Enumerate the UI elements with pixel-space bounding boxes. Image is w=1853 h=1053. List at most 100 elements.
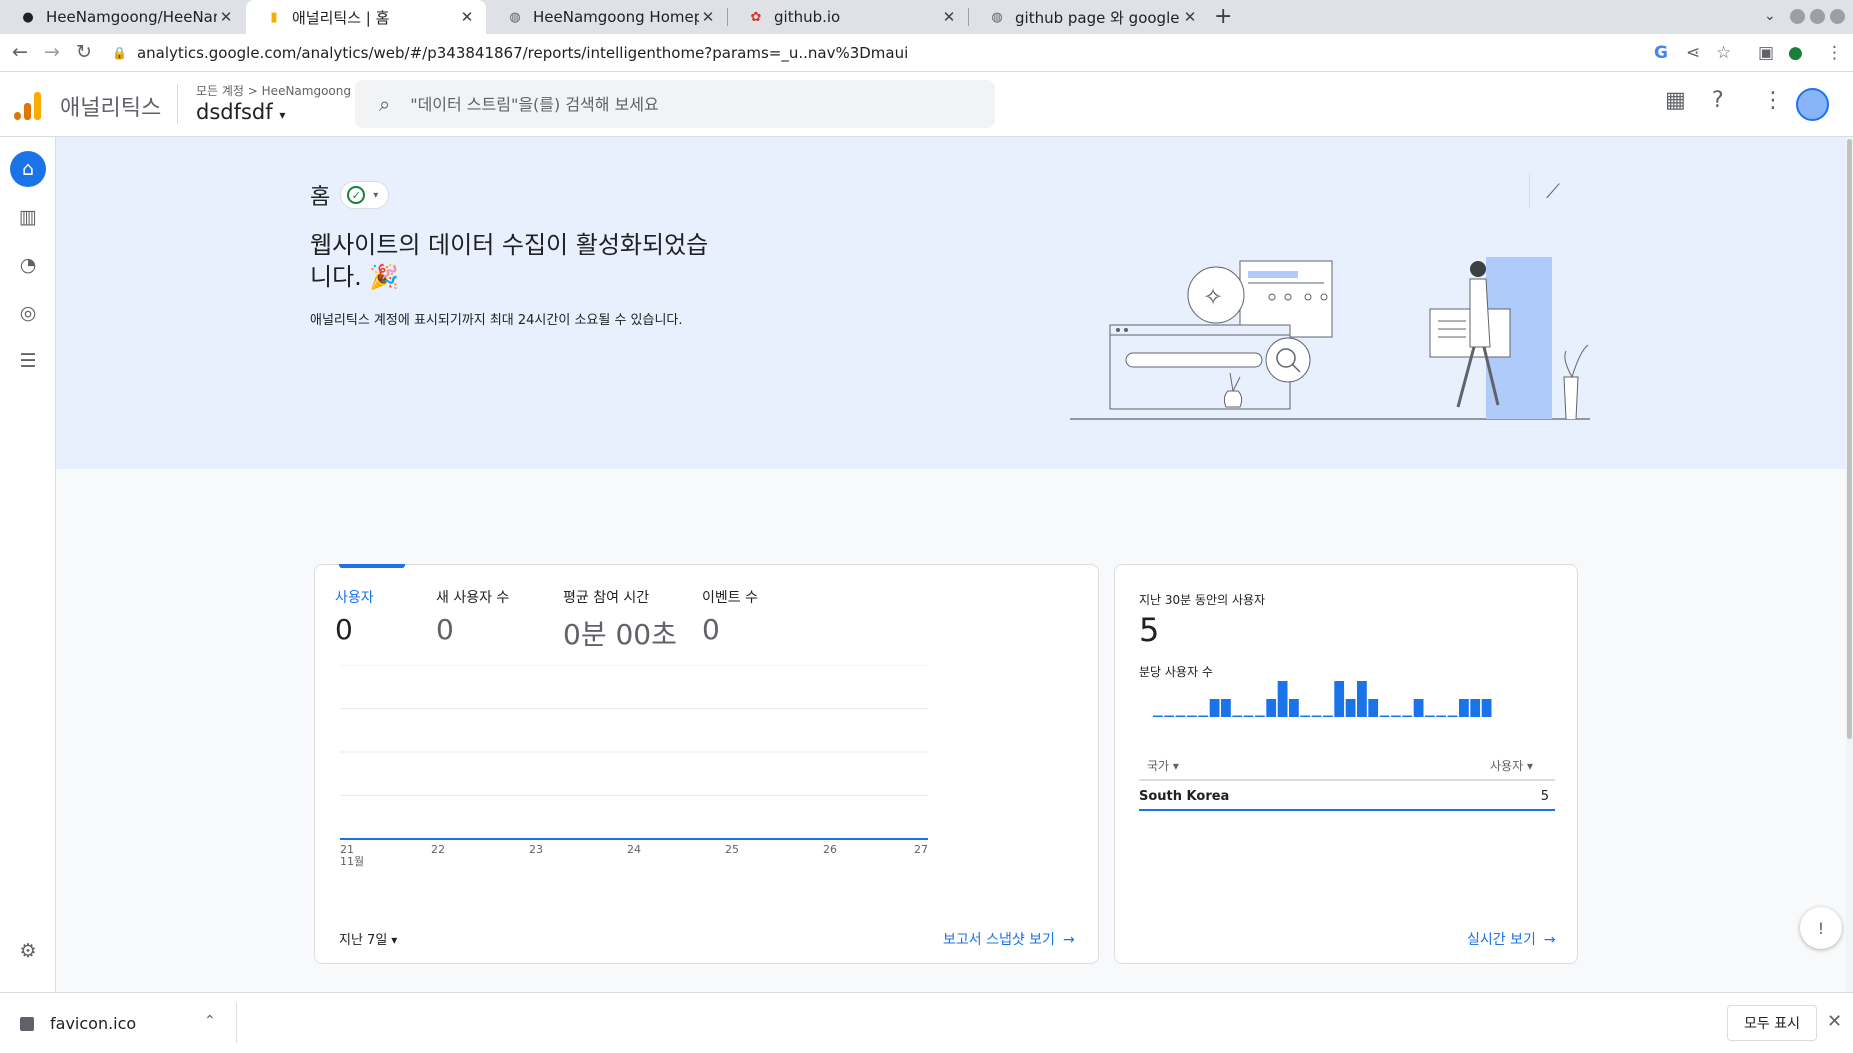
close-tab-icon[interactable]: ✕ <box>458 8 476 26</box>
browser-tab-3[interactable]: ◍ HeeNamgoong Homepag ✕ <box>487 0 727 34</box>
metric-tab-engagement-time[interactable]: 평균 참여 시간 0분 00초 <box>563 587 677 653</box>
minute-bar[interactable] <box>1164 715 1175 718</box>
minute-bar[interactable] <box>1311 715 1322 718</box>
help-icon[interactable]: ? <box>1712 88 1724 113</box>
explore-icon[interactable]: ◔ <box>10 247 46 283</box>
account-breadcrumb[interactable]: 모든 계정 > HeeNamgoong <box>196 82 351 99</box>
close-tab-icon[interactable]: ✕ <box>699 8 717 26</box>
property-selector[interactable]: dsdfsdf ▾ <box>196 100 285 124</box>
minute-bar[interactable] <box>1175 715 1186 718</box>
users-cell: 5 <box>1540 789 1549 804</box>
column-label: 사용자 <box>1490 759 1524 773</box>
minute-bar[interactable] <box>1391 715 1401 718</box>
minute-bar[interactable] <box>1345 699 1356 717</box>
show-all-button[interactable]: 모두 표시 <box>1727 1005 1817 1041</box>
arrow-right-icon: → <box>1543 932 1556 948</box>
minute-bar[interactable] <box>1436 715 1447 718</box>
minute-bar[interactable] <box>1425 715 1435 718</box>
download-filename[interactable]: favicon.ico <box>50 1014 136 1033</box>
status-chip[interactable]: ✓ ▾ <box>340 181 390 209</box>
browser-tab-5[interactable]: ◍ github page 와 google an ✕ <box>969 0 1209 34</box>
browser-tab-4[interactable]: ✿ github.io ✕ <box>728 0 968 34</box>
x-tick-label: 23 <box>529 843 543 856</box>
window-close-icon[interactable] <box>1830 9 1845 24</box>
minute-bar[interactable] <box>1209 699 1220 717</box>
minute-bar[interactable] <box>1470 699 1481 717</box>
search-input[interactable] <box>410 94 951 114</box>
analytics-logo[interactable] <box>14 92 42 120</box>
minute-bar[interactable] <box>1153 715 1163 718</box>
address-bar[interactable]: 🔒 analytics.google.com/analytics/web/#/p… <box>112 37 1692 69</box>
minute-bar[interactable] <box>1368 699 1379 717</box>
metric-tab-new-users[interactable]: 새 사용자 수 0 <box>436 587 509 646</box>
download-bar: favicon.ico ⌃ 모두 표시 ✕ <box>0 992 1853 1053</box>
app-header: 애널리틱스 모든 계정 > HeeNamgoong dsdfsdf ▾ ⌕ ▦ … <box>0 72 1853 137</box>
insights-icon[interactable]: ⟋ <box>1546 179 1560 203</box>
minute-bar[interactable] <box>1289 699 1299 717</box>
minute-bar[interactable] <box>1221 699 1231 717</box>
app-title[interactable]: 애널리틱스 <box>60 90 161 122</box>
more-vert-icon[interactable]: ⋮ <box>1762 88 1784 113</box>
metric-tab-event-count[interactable]: 이벤트 수 0 <box>702 587 758 646</box>
scrollbar-thumb[interactable] <box>1847 139 1852 739</box>
minute-bar[interactable] <box>1187 715 1197 718</box>
view-report-snapshot-link[interactable]: 보고서 스냅샷 보기 → <box>943 929 1075 949</box>
admin-gear-icon[interactable]: ⚙ <box>10 933 46 969</box>
forward-icon[interactable]: → <box>44 41 60 63</box>
bookmark-star-icon[interactable]: ☆ <box>1716 43 1731 63</box>
share-icon[interactable]: ⋖ <box>1686 43 1700 63</box>
reload-icon[interactable]: ↻ <box>76 41 92 63</box>
page-scrollbar[interactable] <box>1846 137 1853 992</box>
table-row[interactable]: South Korea 5 <box>1139 781 1555 811</box>
browser-menu-icon[interactable]: ⋮ <box>1826 43 1843 63</box>
configure-icon[interactable]: ☰ <box>10 343 46 379</box>
minute-bar[interactable] <box>1459 699 1469 717</box>
reports-icon[interactable]: ▥ <box>10 199 46 235</box>
close-tab-icon[interactable]: ✕ <box>1181 8 1199 26</box>
close-tab-icon[interactable]: ✕ <box>940 8 958 26</box>
google-icon[interactable]: G <box>1654 43 1668 63</box>
minute-bar[interactable] <box>1266 699 1277 717</box>
column-label: 국가 <box>1147 759 1170 773</box>
tab-title: github.io <box>774 8 841 26</box>
country-column-header[interactable]: 국가 ▾ <box>1147 757 1179 774</box>
minute-bar[interactable] <box>1277 681 1288 717</box>
minute-bar[interactable] <box>1255 715 1265 718</box>
browser-tab-2[interactable]: ▮ 애널리틱스 | 홈 ✕ <box>246 0 486 34</box>
apps-grid-icon[interactable]: ▦ <box>1665 88 1686 113</box>
minute-bar[interactable] <box>1334 681 1345 717</box>
minute-bar[interactable] <box>1481 699 1492 717</box>
maximize-icon[interactable] <box>1810 9 1825 24</box>
minute-bar[interactable] <box>1232 715 1243 718</box>
view-realtime-link[interactable]: 실시간 보기 → <box>1467 929 1556 949</box>
new-tab-icon[interactable]: + <box>1214 4 1232 29</box>
browser-toolbar: ← → ↻ 🔒 analytics.google.com/analytics/w… <box>0 34 1853 72</box>
date-range-selector[interactable]: 지난 7일 ▾ <box>339 929 397 948</box>
metric-tab-users[interactable]: 사용자 0 <box>335 587 374 646</box>
side-panel-icon[interactable]: ▣ <box>1758 43 1774 63</box>
minute-bar[interactable] <box>1413 699 1424 717</box>
minute-bar[interactable] <box>1300 715 1311 718</box>
chevron-up-icon[interactable]: ⌃ <box>204 1013 216 1029</box>
back-icon[interactable]: ← <box>12 41 28 63</box>
minute-bar[interactable] <box>1357 681 1367 717</box>
search-bar[interactable]: ⌕ <box>355 80 995 128</box>
advertising-icon[interactable]: ◎ <box>10 295 46 331</box>
metric-label: 이벤트 수 <box>702 590 758 606</box>
minute-bar[interactable] <box>1243 715 1254 718</box>
close-icon[interactable]: ✕ <box>1827 1011 1842 1032</box>
tab-search-icon[interactable]: ⌄ <box>1764 8 1776 24</box>
minute-bar[interactable] <box>1379 715 1390 718</box>
minimize-icon[interactable] <box>1790 9 1805 24</box>
minute-bar[interactable] <box>1447 715 1458 718</box>
minute-bar[interactable] <box>1198 715 1209 718</box>
minute-bar[interactable] <box>1323 715 1333 718</box>
account-avatar[interactable] <box>1796 88 1829 121</box>
close-tab-icon[interactable]: ✕ <box>217 8 235 26</box>
feedback-icon[interactable]: ! <box>1800 907 1842 949</box>
browser-tab-1[interactable]: ● HeeNamgoong/HeeNam ✕ <box>0 0 245 34</box>
profile-icon[interactable]: ● <box>1788 43 1803 63</box>
users-column-header[interactable]: 사용자 ▾ <box>1490 757 1533 774</box>
minute-bar[interactable] <box>1402 715 1413 718</box>
home-icon[interactable]: ⌂ <box>10 151 46 187</box>
